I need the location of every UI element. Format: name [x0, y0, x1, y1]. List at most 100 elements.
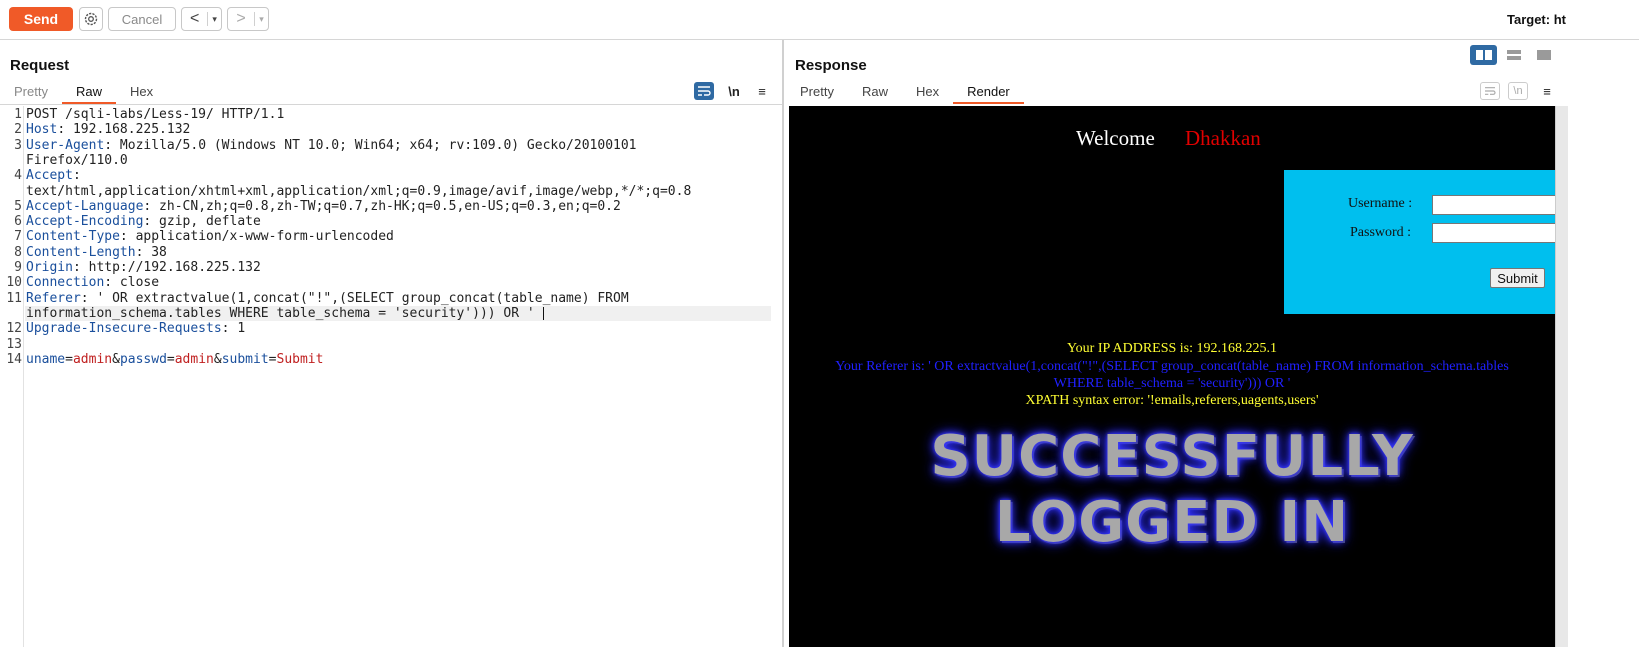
code-text[interactable]: POST /sqli-labs/Less-19/ HTTP/1.1 — [26, 107, 284, 122]
request-tab-hex[interactable]: Hex — [116, 82, 167, 104]
code-text[interactable]: Connection: close — [26, 275, 159, 290]
pane-splitter[interactable] — [782, 40, 784, 647]
code-text[interactable]: Content-Type: application/x-www-form-url… — [26, 229, 394, 244]
referer-text-line-2: WHERE table_schema = 'security'))) OR ' — [1053, 376, 1291, 391]
back-history-dropdown[interactable]: ▾ — [207, 12, 221, 26]
code-segment: = — [65, 351, 73, 367]
code-text[interactable]: User-Agent: Mozilla/5.0 (Windows NT 10.0… — [26, 138, 637, 153]
header-name: Accept-Encoding — [26, 214, 144, 230]
response-tab-pretty[interactable]: Pretty — [786, 82, 848, 104]
code-line: 6 Accept-Encoding: gzip, deflate — [0, 214, 782, 229]
header-name: submit — [221, 351, 269, 367]
layout-side-by-side-button[interactable] — [1470, 45, 1497, 65]
param-value: admin — [72, 351, 113, 367]
header-name: Host — [26, 122, 58, 138]
request-tabs: Pretty Raw Hex — [0, 82, 167, 104]
response-scrollbar[interactable] — [1555, 106, 1568, 647]
code-line: 2 Host: 192.168.225.132 — [0, 122, 782, 137]
code-text[interactable]: Referer: ' OR extractvalue(1,concat("!",… — [26, 291, 629, 306]
request-tab-pretty[interactable]: Pretty — [0, 82, 62, 104]
layout-stacked-button[interactable] — [1500, 45, 1527, 65]
code-line: Firefox/110.0 — [0, 153, 782, 168]
code-text[interactable]: Host: 192.168.225.132 — [26, 122, 190, 137]
cancel-button[interactable]: Cancel — [108, 7, 176, 31]
request-newline-toggle[interactable]: \n — [724, 82, 744, 100]
response-word-wrap-button[interactable] — [1480, 82, 1500, 100]
password-label: Password : — [1350, 225, 1412, 240]
request-word-wrap-button[interactable] — [694, 82, 714, 100]
word-wrap-icon — [698, 86, 711, 96]
username-input[interactable] — [1432, 195, 1555, 215]
code-line: 5 Accept-Language: zh-CN,zh;q=0.8,zh-TW;q… — [0, 199, 782, 214]
request-menu-button[interactable]: ≡ — [752, 82, 772, 100]
back-button[interactable]: < — [182, 10, 207, 28]
single-pane-icon — [1536, 50, 1551, 60]
send-button[interactable]: Send — [9, 7, 73, 31]
success-banner: SUCCESSFULLY LOGGED IN — [789, 424, 1555, 556]
line-number: 4 — [14, 168, 22, 184]
password-input[interactable] — [1432, 223, 1555, 243]
request-editor[interactable]: 1 POST /sqli-labs/Less-19/ HTTP/1.1 2 Host:… — [0, 106, 782, 647]
referer-text-line-1: Your Referer is: ' OR extractvalue(1,con… — [835, 359, 1509, 374]
header-name: User-Agent — [26, 137, 105, 153]
param-value: admin — [174, 351, 214, 367]
code-text[interactable]: Accept-Encoding: gzip, deflate — [26, 214, 261, 229]
code-segment: & — [213, 351, 222, 367]
request-tab-raw[interactable]: Raw — [61, 82, 116, 104]
code-line: 9 Origin: http://192.168.225.132 — [0, 260, 782, 275]
header-name: Referer — [26, 290, 81, 306]
code-segment: text/html,application/xhtml+xml,applicat… — [26, 183, 692, 199]
code-line: 12 Upgrade-Insecure-Requests: 1 — [0, 321, 782, 336]
header-name: Origin — [26, 260, 73, 275]
xpath-error-text: XPATH syntax error: '!emails,referers,ua… — [1025, 393, 1319, 408]
code-text[interactable]: text/html,application/xhtml+xml,applicat… — [26, 184, 691, 199]
code-text[interactable]: Origin: http://192.168.225.132 — [26, 260, 261, 275]
code-text[interactable]: Firefox/110.0 — [26, 153, 128, 168]
code-text[interactable]: Accept: — [26, 168, 81, 183]
code-line: 1 POST /sqli-labs/Less-19/ HTTP/1.1 — [0, 107, 782, 122]
header-name: Accept-Language — [26, 198, 144, 214]
text-cursor — [542, 306, 545, 320]
response-menu-button[interactable]: ≡ — [1537, 82, 1557, 100]
rows-icon — [1506, 50, 1521, 60]
param-value: Submit — [276, 351, 324, 367]
submit-button[interactable]: Submit — [1490, 268, 1545, 288]
code-text[interactable]: Content-Length: 38 — [26, 245, 167, 260]
rendered-response: Welcome Dhakkan Username : Password : Su… — [789, 106, 1555, 647]
code-line: information_schema.tables WHERE table_sc… — [0, 306, 782, 321]
word-wrap-icon — [1485, 87, 1496, 95]
login-form: Username : Password : Submit — [1284, 170, 1555, 314]
forward-button[interactable]: > — [228, 10, 254, 28]
code-text[interactable]: information_schema.tables WHERE table_sc… — [26, 306, 545, 321]
line-number: 10 — [6, 275, 22, 291]
gear-icon — [84, 12, 98, 26]
username-label: Username : — [1348, 196, 1413, 211]
line-number: 8 — [14, 244, 22, 260]
layout-tabs-button[interactable] — [1530, 45, 1557, 65]
code-segment: POST /sqli-labs/Less-19/ HTTP/1.1 — [26, 107, 285, 122]
response-tab-render[interactable]: Render — [953, 82, 1024, 104]
forward-history-dropdown[interactable]: ▾ — [254, 12, 268, 26]
ip-address-text: Your IP ADDRESS is: 192.168.225.1 — [1066, 341, 1278, 356]
code-text[interactable]: Accept-Language: zh-CN,zh;q=0.8,zh-TW;q=… — [26, 199, 621, 214]
response-tab-raw[interactable]: Raw — [848, 82, 902, 104]
settings-button[interactable] — [79, 7, 103, 31]
line-number: 7 — [14, 229, 22, 245]
line-number: 12 — [6, 321, 22, 337]
code-line: 14 uname=admin&passwd=admin&submit=Submit — [0, 352, 782, 367]
code-line: 11 Referer: ' OR extractvalue(1,concat("!… — [0, 291, 782, 306]
code-text[interactable]: Upgrade-Insecure-Requests: 1 — [26, 321, 245, 336]
target-label[interactable]: Target: ht — [1507, 12, 1639, 27]
code-segment: : Mozilla/5.0 (Windows NT 10.0; Win64; x… — [104, 137, 637, 153]
code-segment: = — [268, 351, 277, 367]
line-number: 3 — [14, 137, 22, 153]
response-tab-hex[interactable]: Hex — [902, 82, 953, 104]
welcome-text: Welcome — [1076, 126, 1155, 150]
header-name: Upgrade-Insecure-Requests — [26, 321, 222, 337]
code-line: 13 — [0, 337, 782, 352]
response-newline-toggle[interactable]: \n — [1508, 82, 1528, 100]
code-line: 10 Connection: close — [0, 275, 782, 290]
line-number: 14 — [6, 351, 22, 367]
code-line: 3 User-Agent: Mozilla/5.0 (Windows NT 10.… — [0, 138, 782, 153]
code-text[interactable]: uname=admin&passwd=admin&submit=Submit — [26, 352, 323, 367]
